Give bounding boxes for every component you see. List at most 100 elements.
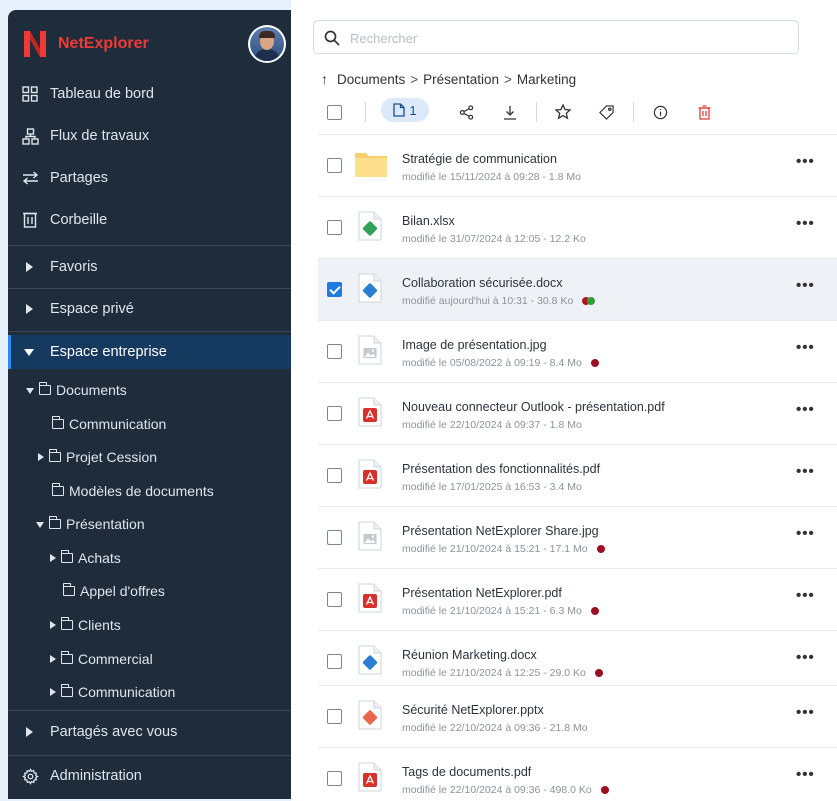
file-name[interactable]: Présentation NetExplorer Share.jpg bbox=[402, 524, 599, 538]
selection-count-badge[interactable]: 1 bbox=[381, 98, 429, 122]
file-row[interactable]: Nouveau connecteur Outlook - présentatio… bbox=[318, 382, 837, 444]
tree-item-appel-d-offres[interactable]: Appel d'offres bbox=[62, 578, 165, 604]
more-actions-button[interactable]: ••• bbox=[796, 278, 815, 293]
tree-item-commercial[interactable]: Commercial bbox=[50, 646, 153, 672]
nav-administration[interactable]: Administration bbox=[8, 759, 291, 793]
parent-folder-arrow-icon[interactable]: ↑ bbox=[321, 71, 328, 87]
more-actions-button[interactable]: ••• bbox=[796, 526, 815, 541]
more-actions-button[interactable]: ••• bbox=[796, 767, 815, 782]
file-name[interactable]: Nouveau connecteur Outlook - présentatio… bbox=[402, 400, 665, 414]
file-row[interactable]: Sécurité NetExplorer.pptx modifié le 22/1… bbox=[318, 685, 837, 747]
more-actions-button[interactable]: ••• bbox=[796, 464, 815, 479]
file-checkbox[interactable] bbox=[327, 158, 342, 173]
tag-button[interactable] bbox=[597, 102, 615, 122]
share-button[interactable] bbox=[457, 102, 475, 122]
section-espace-prive[interactable]: Espace privé bbox=[8, 292, 291, 326]
file-meta-text: modifié le 21/10/2024 à 12:25 - 29.0 Ko bbox=[402, 667, 586, 679]
file-name[interactable]: Image de présentation.jpg bbox=[402, 338, 547, 352]
file-checkbox[interactable] bbox=[327, 406, 342, 421]
info-icon bbox=[653, 105, 667, 119]
file-name[interactable]: Sécurité NetExplorer.pptx bbox=[402, 703, 544, 717]
file-row[interactable]: Bilan.xlsx modifié le 31/07/2024 à 12:05 … bbox=[318, 196, 837, 258]
section-favoris[interactable]: Favoris bbox=[8, 250, 291, 284]
file-icon bbox=[393, 103, 406, 117]
nav-corbeille[interactable]: Corbeille bbox=[8, 203, 291, 237]
favorite-button[interactable] bbox=[554, 102, 572, 122]
breadcrumb-item[interactable]: Documents bbox=[337, 72, 405, 87]
tree-item-achats[interactable]: Achats bbox=[50, 545, 121, 571]
search-box[interactable] bbox=[313, 20, 799, 54]
tree-item-presentation[interactable]: Présentation bbox=[36, 511, 145, 537]
more-actions-button[interactable]: ••• bbox=[796, 402, 815, 417]
tree-label: Projet Cession bbox=[66, 449, 158, 465]
file-row[interactable]: Présentation NetExplorer Share.jpg modifi… bbox=[318, 506, 837, 568]
pdf-file-icon bbox=[358, 583, 382, 613]
file-row[interactable]: Stratégie de communication modifié le 15/… bbox=[318, 134, 837, 196]
section-espace-entreprise[interactable]: Espace entreprise bbox=[8, 335, 291, 369]
avatar[interactable] bbox=[248, 25, 286, 63]
file-checkbox[interactable] bbox=[327, 220, 342, 235]
file-name[interactable]: Bilan.xlsx bbox=[402, 214, 455, 228]
more-actions-button[interactable]: ••• bbox=[796, 340, 815, 355]
more-actions-button[interactable]: ••• bbox=[796, 705, 815, 720]
caret-down-icon bbox=[36, 522, 44, 528]
breadcrumb: ↑ Documents > Présentation > Marketing bbox=[321, 70, 576, 88]
nav-label: Partages bbox=[50, 170, 109, 186]
file-meta: modifié le 21/10/2024 à 15:21 - 17.1 Mo bbox=[402, 543, 605, 555]
file-checkbox[interactable] bbox=[327, 771, 342, 786]
nav-partages[interactable]: Partages bbox=[8, 161, 291, 195]
file-checkbox[interactable] bbox=[327, 709, 342, 724]
download-button[interactable] bbox=[501, 102, 519, 122]
info-button[interactable] bbox=[651, 102, 669, 122]
image-file-icon bbox=[358, 521, 382, 551]
section-label: Espace privé bbox=[50, 301, 134, 317]
nav-label: Tableau de bord bbox=[50, 86, 154, 102]
file-name[interactable]: Collaboration sécurisée.docx bbox=[402, 276, 563, 290]
sidebar-divider bbox=[8, 331, 291, 332]
file-checkbox[interactable] bbox=[327, 282, 342, 297]
search-input[interactable] bbox=[350, 29, 770, 47]
nav-tableau-de-bord[interactable]: Tableau de bord bbox=[8, 77, 291, 111]
file-checkbox[interactable] bbox=[327, 344, 342, 359]
file-checkbox[interactable] bbox=[327, 654, 342, 669]
more-actions-button[interactable]: ••• bbox=[796, 154, 815, 169]
brand[interactable]: NetExplorer bbox=[22, 28, 149, 60]
more-actions-button[interactable]: ••• bbox=[796, 588, 815, 603]
delete-button[interactable] bbox=[695, 102, 713, 122]
nav-flux-de-travaux[interactable]: Flux de travaux bbox=[8, 119, 291, 153]
breadcrumb-item[interactable]: Présentation bbox=[423, 72, 499, 87]
file-checkbox[interactable] bbox=[327, 468, 342, 483]
file-row[interactable]: Présentation des fonctionnalités.pdf modi… bbox=[318, 444, 837, 506]
tree-item-modeles-de-documents[interactable]: Modèles de documents bbox=[51, 478, 214, 504]
tree-item-projet-cession[interactable]: Projet Cession bbox=[38, 444, 157, 470]
file-name[interactable]: Réunion Marketing.docx bbox=[402, 648, 537, 662]
file-row[interactable]: Collaboration sécurisée.docx modifié aujo… bbox=[318, 258, 837, 320]
file-row[interactable]: Réunion Marketing.docx modifié le 21/10/2… bbox=[318, 630, 837, 692]
dashboard-icon bbox=[21, 85, 39, 103]
tree-item-communication[interactable]: Communication bbox=[51, 411, 166, 437]
select-all-checkbox[interactable] bbox=[327, 102, 342, 122]
section-partages-avec-vous[interactable]: Partagés avec vous bbox=[8, 715, 291, 749]
tag-indicator bbox=[590, 607, 599, 615]
more-actions-button[interactable]: ••• bbox=[796, 650, 815, 665]
file-meta: modifié le 21/10/2024 à 15:21 - 6.3 Mo bbox=[402, 605, 599, 617]
file-row[interactable]: Tags de documents.pdf modifié le 22/10/20… bbox=[318, 747, 837, 801]
file-name[interactable]: Stratégie de communication bbox=[402, 152, 557, 166]
brand-name: NetExplorer bbox=[58, 35, 149, 52]
section-label: Partagés avec vous bbox=[50, 724, 178, 740]
file-checkbox[interactable] bbox=[327, 592, 342, 607]
main-panel: ↑ Documents > Présentation > Marketing 1 bbox=[291, 0, 837, 801]
breadcrumb-item-current: Marketing bbox=[516, 71, 577, 87]
tree-item-clients[interactable]: Clients bbox=[50, 612, 121, 638]
file-name[interactable]: Présentation NetExplorer.pdf bbox=[402, 586, 562, 600]
file-row[interactable]: Présentation NetExplorer.pdf modifié le 2… bbox=[318, 568, 837, 630]
tree-item-communication-2[interactable]: Communication bbox=[50, 679, 175, 705]
tree-item-documents[interactable]: Documents bbox=[26, 377, 127, 403]
file-meta: modifié le 05/08/2022 à 09:19 - 8.4 Mo bbox=[402, 357, 599, 369]
file-name[interactable]: Tags de documents.pdf bbox=[402, 765, 531, 779]
file-checkbox[interactable] bbox=[327, 530, 342, 545]
tree-label: Communication bbox=[78, 684, 176, 700]
more-actions-button[interactable]: ••• bbox=[796, 216, 815, 231]
file-name[interactable]: Présentation des fonctionnalités.pdf bbox=[402, 462, 600, 476]
file-row[interactable]: Image de présentation.jpg modifié le 05/0… bbox=[318, 320, 837, 382]
